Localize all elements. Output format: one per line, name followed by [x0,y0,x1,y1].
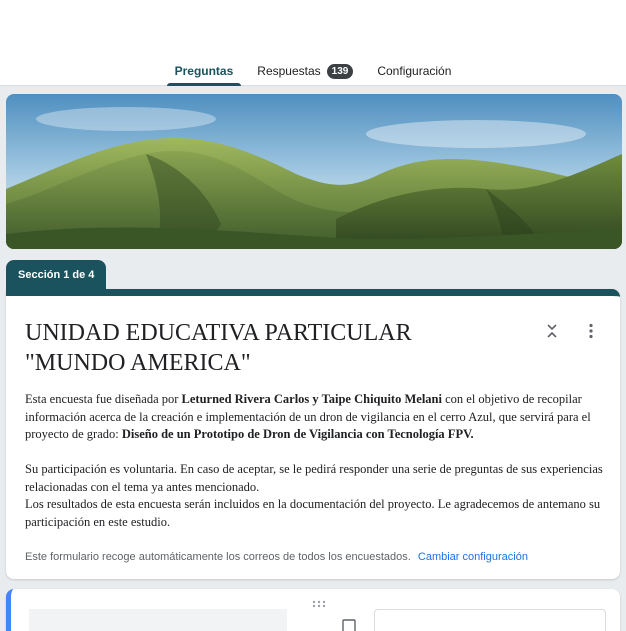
responses-count-badge: 139 [326,63,354,79]
section-indicator: Sección 1 de 4 [6,260,106,289]
description-paragraph-2: Su participación es voluntaria. En caso … [25,462,603,494]
question-type-select[interactable] [374,609,606,631]
tab-configuracion[interactable]: Configuración [375,56,453,86]
email-note-text: Este formulario recoge automáticamente l… [25,551,411,563]
tab-preguntas-label: Preguntas [174,64,234,78]
tab-respuestas-label: Respuestas [257,64,321,78]
desc-project-title: Diseño de un Prototipo de Dron de Vigila… [121,427,474,441]
form-title[interactable]: UNIDAD EDUCATIVA PARTICULAR "MUNDO AMERI… [25,318,495,378]
description-paragraph-3: Los resultados de esta encuesta serán in… [25,497,601,529]
question-title-input[interactable] [29,609,287,631]
more-vert-icon[interactable] [582,322,600,340]
form-header-card[interactable]: UNIDAD EDUCATIVA PARTICULAR "MUNDO AMERI… [6,289,620,579]
image-icon[interactable] [342,619,356,631]
question-card[interactable] [6,589,620,631]
top-bar: Preguntas Respuestas 139 Configuración [0,0,626,86]
change-settings-link[interactable]: Cambiar configuración [418,551,528,563]
tab-configuracion-label: Configuración [377,64,452,78]
form-description[interactable]: Esta encuesta fue diseñada por Leturned … [25,391,605,531]
tab-preguntas[interactable]: Preguntas [166,56,241,86]
desc-authors: Leturned Rivera Carlos y Taipe Chiquito … [181,392,442,406]
form-tabs: Preguntas Respuestas 139 Configuración [0,56,626,86]
header-banner-image [6,94,622,249]
collapse-icon[interactable] [543,322,561,340]
description-paragraph-1: Esta encuesta fue diseñada por Leturned … [25,391,605,444]
desc-p1-a: Esta encuesta fue diseñada por [25,392,182,406]
tab-respuestas[interactable]: Respuestas 139 [255,56,355,86]
email-collection-note: Este formulario recoge automáticamente l… [25,551,528,563]
drag-handle-icon[interactable] [312,595,326,608]
